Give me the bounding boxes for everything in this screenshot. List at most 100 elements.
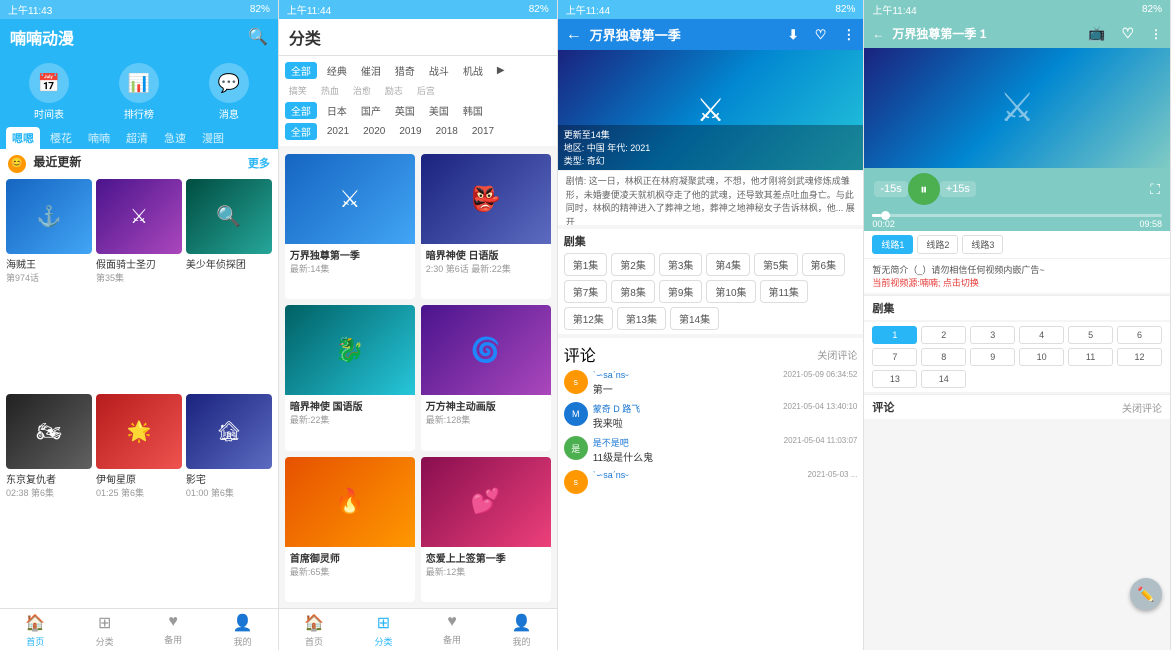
video-area[interactable]: ⚔	[864, 48, 1170, 168]
fab-edit[interactable]: ✏️	[1130, 578, 1162, 610]
nav-mine-p1[interactable]: 👤 我的	[233, 613, 253, 648]
ep-btn-p4-13[interactable]: 13	[872, 370, 917, 388]
list-item[interactable]: ⚔ 假面骑士圣刃 第35集	[96, 179, 182, 391]
episode-btn-3[interactable]: 第3集	[659, 253, 703, 276]
tab-mantu[interactable]: 漫图	[196, 127, 230, 149]
notice-link[interactable]: 当前视频源:喃喃; 点击切换	[872, 276, 1162, 289]
list-item[interactable]: 🐉 暗界神使 国语版 最新:22集	[285, 305, 415, 450]
list-item[interactable]: ⚔ 万界独尊第一季 最新:14集	[285, 154, 415, 299]
tab-nannan[interactable]: 喃喃	[82, 127, 116, 149]
list-item[interactable]: 💕 恋爱上上签第一季 最新:12集	[421, 457, 551, 602]
list-item[interactable]: 🔍 美少年侦探团	[186, 179, 272, 391]
ep-btn-p4-9[interactable]: 9	[970, 348, 1015, 366]
ep-btn-p4-5[interactable]: 5	[1068, 326, 1113, 344]
tab-yinghua[interactable]: 樱花	[44, 127, 78, 149]
list-item[interactable]: 👺 暗界神使 日语版 2:30 第6话 最新:22集	[421, 154, 551, 299]
progress-bar[interactable]	[872, 214, 1162, 217]
filter-2021[interactable]: 2021	[323, 125, 353, 138]
filter-tear[interactable]: 催泪	[357, 62, 385, 79]
nav-cat-p2[interactable]: ⊞ 分类	[375, 613, 393, 648]
ep-btn-p4-2[interactable]: 2	[921, 326, 966, 344]
fav-icon-p4[interactable]: ♡	[1121, 25, 1134, 42]
tab-jisu[interactable]: 急速	[158, 127, 192, 149]
back-icon-p4[interactable]: ←	[872, 27, 884, 41]
filter-2018[interactable]: 2018	[432, 125, 462, 138]
list-item[interactable]: 🏍 东京复仇者 02:38 第6集	[6, 394, 92, 606]
ranking-icon-item[interactable]: 📊 排行榜	[119, 63, 159, 121]
episode-btn-8[interactable]: 第8集	[611, 280, 655, 303]
filter-all-region[interactable]: 全部	[285, 102, 317, 119]
list-item[interactable]: 🏚 影宅 01:00 第6集	[186, 394, 272, 606]
ep-btn-p4-11[interactable]: 11	[1068, 348, 1113, 366]
source-tab-3[interactable]: 线路3	[962, 235, 1003, 254]
timetable-icon-item[interactable]: 📅 时间表	[29, 63, 69, 121]
ep-btn-p4-1[interactable]: 1	[872, 326, 917, 344]
episode-btn-14[interactable]: 第14集	[670, 307, 719, 330]
episode-btn-12[interactable]: 第12集	[564, 307, 613, 330]
close-comments-p3[interactable]: 关闭评论	[817, 347, 857, 362]
ep-btn-p4-14[interactable]: 14	[921, 370, 966, 388]
tab-enen[interactable]: 嗯嗯	[6, 127, 40, 149]
tab-chaoqing[interactable]: 超清	[120, 127, 154, 149]
nav-mine-p2[interactable]: 👤 我的	[512, 613, 532, 648]
filter-2020[interactable]: 2020	[359, 125, 389, 138]
list-item[interactable]: 🌀 万方神主动画版 最新:128集	[421, 305, 551, 450]
filter-heal[interactable]: 治愈	[349, 83, 375, 98]
more-icon-p3[interactable]: ⋮	[842, 27, 855, 43]
source-tab-2[interactable]: 线路2	[917, 235, 958, 254]
ep-btn-p4-3[interactable]: 3	[970, 326, 1015, 344]
list-item[interactable]: ⚓ 海贼王 第974话	[6, 179, 92, 391]
filter-more-genre[interactable]: ▶	[493, 64, 509, 77]
ep-btn-p4-6[interactable]: 6	[1117, 326, 1162, 344]
back-icon-p3[interactable]: ←	[566, 26, 582, 44]
forward-btn[interactable]: +15s	[940, 181, 976, 197]
download-icon-p3[interactable]: ⬇	[788, 27, 799, 43]
message-icon-item[interactable]: 💬 消息	[209, 63, 249, 121]
filter-battle[interactable]: 战斗	[425, 62, 453, 79]
nav-backup-p2[interactable]: ♥ 备用	[443, 613, 461, 648]
more-icon-p4[interactable]: ⋮	[1150, 27, 1162, 41]
filter-all-genre[interactable]: 全部	[285, 62, 317, 79]
ep-btn-p4-7[interactable]: 7	[872, 348, 917, 366]
search-icon[interactable]: 🔍	[248, 27, 268, 47]
play-pause-btn[interactable]: ⏸	[908, 173, 940, 205]
list-item[interactable]: 🔥 首席御灵师 最新:65集	[285, 457, 415, 602]
rewind-btn[interactable]: -15s	[874, 181, 907, 197]
episode-btn-9[interactable]: 第9集	[659, 280, 703, 303]
filter-strange[interactable]: 猎奇	[391, 62, 419, 79]
favorite-icon-p3[interactable]: ♡	[815, 27, 827, 43]
filter-mecha[interactable]: 机战	[459, 62, 487, 79]
ep-btn-p4-10[interactable]: 10	[1019, 348, 1064, 366]
filter-uk[interactable]: 英国	[391, 102, 419, 119]
ep-btn-p4-8[interactable]: 8	[921, 348, 966, 366]
close-comments-p4[interactable]: 关闭评论	[1122, 400, 1162, 415]
fullscreen-icon[interactable]: ⛶	[1150, 181, 1160, 198]
list-item[interactable]: 🌟 伊甸星原 01:25 第6集	[96, 394, 182, 606]
filter-inspire[interactable]: 励志	[381, 83, 407, 98]
episode-btn-11[interactable]: 第11集	[760, 280, 808, 303]
filter-classic[interactable]: 经典	[323, 62, 351, 79]
filter-korea[interactable]: 韩国	[459, 102, 487, 119]
source-tab-1[interactable]: 线路1	[872, 235, 913, 254]
more-link[interactable]: 更多	[248, 155, 270, 171]
ep-btn-p4-4[interactable]: 4	[1019, 326, 1064, 344]
nav-category-p1[interactable]: ⊞ 分类	[96, 613, 114, 648]
filter-japan[interactable]: 日本	[323, 102, 351, 119]
filter-china[interactable]: 国产	[357, 102, 385, 119]
tv-icon-p4[interactable]: 📺	[1088, 25, 1105, 42]
filter-hot[interactable]: 热血	[317, 83, 343, 98]
filter-2019[interactable]: 2019	[395, 125, 425, 138]
nav-home-p2[interactable]: 🏠 首页	[304, 613, 324, 648]
episode-btn-4[interactable]: 第4集	[706, 253, 750, 276]
filter-comedy[interactable]: 搞笑	[285, 83, 311, 98]
episode-btn-13[interactable]: 第13集	[617, 307, 666, 330]
episode-btn-5[interactable]: 第5集	[754, 253, 798, 276]
ep-btn-p4-12[interactable]: 12	[1117, 348, 1162, 366]
episode-btn-6[interactable]: 第6集	[802, 253, 846, 276]
episode-btn-2[interactable]: 第2集	[611, 253, 655, 276]
filter-all-year[interactable]: 全部	[285, 123, 317, 140]
filter-us[interactable]: 美国	[425, 102, 453, 119]
filter-2017[interactable]: 2017	[468, 125, 498, 138]
nav-backup-p1[interactable]: ♥ 备用	[164, 613, 182, 648]
episode-btn-10[interactable]: 第10集	[706, 280, 755, 303]
